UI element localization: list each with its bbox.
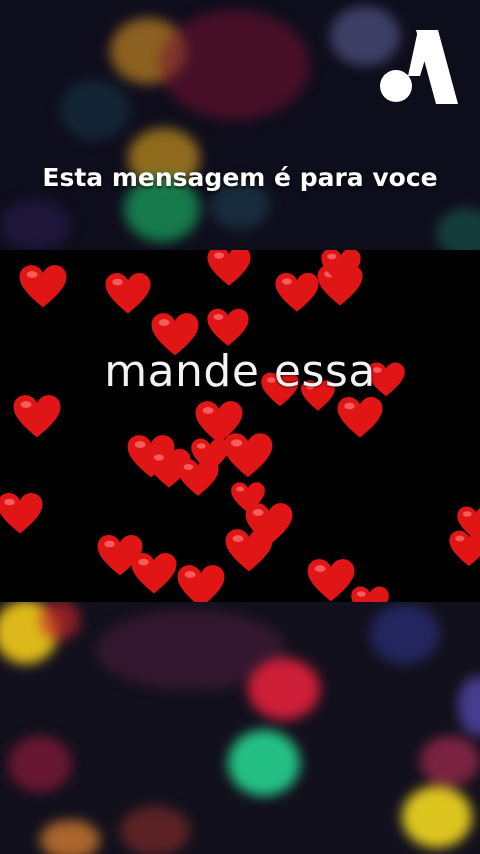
caption-text: Esta mensagem é para voce: [42, 163, 438, 192]
heart-icon: [177, 565, 225, 602]
a-letter-logo-icon: [380, 30, 458, 104]
video-screen[interactable]: Esta mensagem é para voce mande essa: [0, 0, 480, 854]
heart-icon: [449, 530, 480, 567]
video-panel: mande essa: [0, 250, 480, 602]
bokeh-light: [458, 676, 480, 736]
heart-icon: [231, 482, 265, 513]
bokeh-light: [228, 730, 300, 796]
heart-icon: [351, 586, 389, 602]
heart-icon: [191, 438, 229, 473]
heart-icon: [13, 395, 61, 438]
bokeh-light: [420, 736, 480, 786]
bokeh-light: [370, 604, 440, 664]
bokeh-light: [248, 658, 320, 720]
heart-icon: [105, 273, 151, 314]
heart-icon: [19, 265, 67, 308]
video-overlay-text: mande essa: [104, 346, 376, 397]
heart-icon: [0, 493, 43, 534]
bokeh-light: [40, 600, 80, 640]
heart-icon: [275, 272, 319, 312]
bokeh-light: [8, 736, 72, 792]
heart-icon: [225, 529, 273, 572]
heart-icon: [321, 250, 361, 285]
heart-icon: [131, 553, 177, 594]
heart-icon: [207, 250, 251, 286]
bokeh-light: [40, 820, 100, 854]
heart-icon: [307, 559, 355, 602]
bokeh-light: [120, 806, 190, 854]
heart-icon: [207, 308, 249, 346]
heart-icon: [337, 397, 383, 438]
bokeh-light: [402, 786, 472, 848]
